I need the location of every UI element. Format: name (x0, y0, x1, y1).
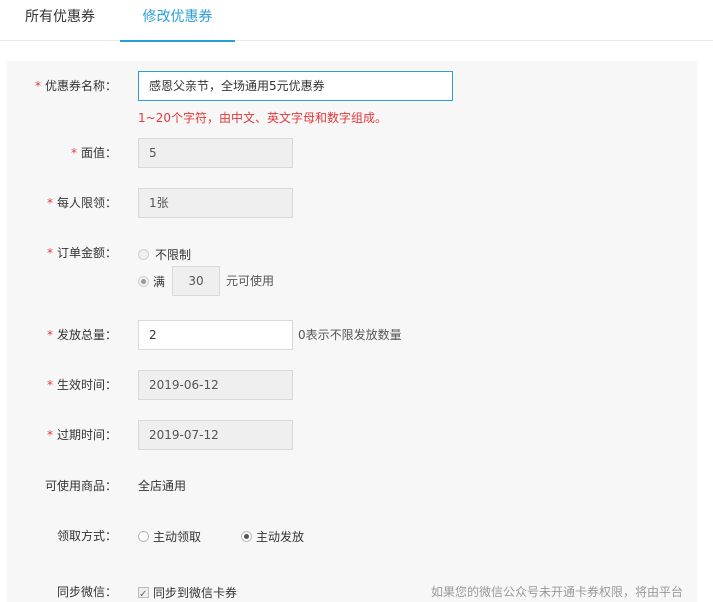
goods-label: 可使用商品： (44, 479, 117, 493)
name-error-hint: 1~20个字符，由中文、英文字母和数字组成。 (138, 111, 387, 125)
end-time-row: * 过期时间： 2019-07-12 (7, 420, 697, 450)
total-hint: 0表示不限发放数量 (298, 328, 402, 342)
total-label: * 发放总量： (46, 328, 117, 342)
full-amount-input[interactable]: 30 (172, 266, 220, 296)
tab-bar: 所有优惠券 修改优惠券 (0, 0, 713, 42)
order-amount-row: * 订单金额： 不限制 满 30 元可使用 (7, 238, 697, 298)
wechat-sync-option[interactable]: 同步到微信卡券 (138, 582, 237, 602)
method-row: 领取方式： 主动领取 主动发放 (7, 521, 697, 551)
order-amount-label: * 订单金额： (46, 246, 117, 260)
name-row: * 优惠券名称： 感恩父亲节，全场通用5元优惠券 1~20个字符，由中文、英文字母… (7, 71, 697, 141)
face-value-input[interactable]: 5 (138, 138, 293, 168)
per-limit-input[interactable]: 1张 (138, 188, 293, 218)
end-time-label: * 过期时间： (46, 428, 117, 442)
tab-edit-coupon[interactable]: 修改优惠券 (120, 0, 235, 42)
tab-all-coupons[interactable]: 所有优惠券 (0, 0, 120, 41)
required-mark: * (34, 79, 41, 93)
total-input[interactable]: 2 (138, 320, 293, 350)
face-value-label: * 面值： (70, 146, 117, 160)
per-limit-row: * 每人限领： 1张 (7, 188, 697, 218)
start-time-input[interactable]: 2019-06-12 (138, 370, 293, 400)
coupon-name-input[interactable]: 感恩父亲节，全场通用5元优惠券 (138, 71, 453, 101)
wechat-row: 同步微信： 同步到微信卡券 如果您的微信公众号未开通卡券权限，将由平台 (7, 577, 697, 602)
method-active-option[interactable]: 主动领取 (138, 526, 201, 547)
per-limit-label: * 每人限领： (46, 196, 117, 210)
radio-unlimited[interactable] (138, 249, 149, 260)
start-time-label: * 生效时间： (46, 378, 117, 392)
goods-row: 可使用商品： 全店通用 (7, 471, 697, 501)
start-time-row: * 生效时间： 2019-06-12 (7, 370, 697, 400)
end-time-input[interactable]: 2019-07-12 (138, 420, 293, 450)
face-value-row: * 面值： 5 (7, 138, 697, 168)
total-row: * 发放总量： 2 0表示不限发放数量 (7, 320, 697, 350)
order-full-option[interactable]: 满 (138, 271, 165, 292)
wechat-sync-checkbox[interactable] (138, 585, 149, 602)
order-unlimited-option[interactable]: 不限制 (138, 244, 191, 265)
full-amount-suffix: 元可使用 (226, 274, 275, 288)
wechat-label: 同步微信： (56, 585, 117, 599)
goods-value: 全店通用 (138, 479, 187, 493)
radio-active-push[interactable] (241, 531, 252, 542)
method-label: 领取方式： (56, 529, 117, 543)
name-label: * 优惠券名称： (34, 79, 117, 93)
radio-full[interactable] (138, 276, 149, 287)
radio-active-receive[interactable] (138, 531, 149, 542)
method-push-option[interactable]: 主动发放 (241, 526, 304, 547)
wechat-hint: 如果您的微信公众号未开通卡券权限，将由平台 (430, 585, 683, 599)
coupon-form: * 优惠券名称： 感恩父亲节，全场通用5元优惠券 1~20个字符，由中文、英文字母… (7, 61, 697, 602)
